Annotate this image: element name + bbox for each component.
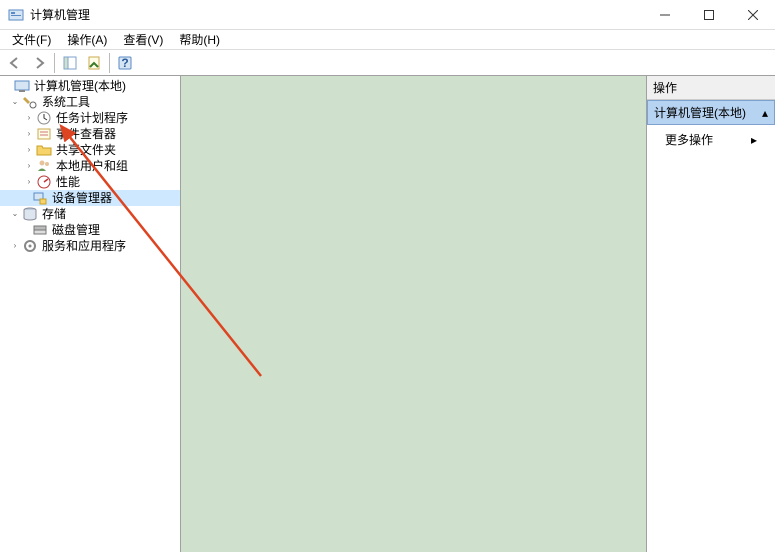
actions-pane: 操作 计算机管理(本地) ▴ 更多操作 ▸	[647, 76, 775, 552]
tree-label: 事件查看器	[54, 126, 118, 142]
tree-root[interactable]: 计算机管理(本地)	[0, 78, 180, 94]
properties-button[interactable]	[83, 52, 105, 74]
content-area: 计算机管理(本地) ⌄ 系统工具 › 任务计划程序 › 事件查看器 › 共享文件…	[0, 76, 775, 552]
help-button[interactable]: ?	[114, 52, 136, 74]
expander-collapsed-icon[interactable]: ›	[24, 145, 34, 155]
more-actions-label: 更多操作	[665, 131, 713, 148]
expander-collapsed-icon[interactable]: ›	[10, 241, 20, 251]
titlebar: 计算机管理	[0, 0, 775, 30]
performance-icon	[36, 175, 52, 189]
menu-help[interactable]: 帮助(H)	[171, 29, 228, 50]
expander-collapsed-icon[interactable]: ›	[24, 129, 34, 139]
more-actions[interactable]: 更多操作 ▸	[647, 125, 775, 154]
menubar: 文件(F) 操作(A) 查看(V) 帮助(H)	[0, 30, 775, 50]
toolbar-separator	[109, 53, 110, 73]
actions-context[interactable]: 计算机管理(本地) ▴	[647, 100, 775, 125]
tree-storage[interactable]: ⌄ 存储	[0, 206, 180, 222]
main-content-pane	[181, 76, 647, 552]
tree-performance[interactable]: › 性能	[0, 174, 180, 190]
tree-event-viewer[interactable]: › 事件查看器	[0, 126, 180, 142]
tree-pane[interactable]: 计算机管理(本地) ⌄ 系统工具 › 任务计划程序 › 事件查看器 › 共享文件…	[0, 76, 181, 552]
forward-button[interactable]	[28, 52, 50, 74]
expander-expanded-icon[interactable]: ⌄	[10, 97, 20, 107]
disk-icon	[32, 223, 48, 237]
chevron-right-icon: ▸	[751, 133, 757, 147]
menu-label: 查看(V)	[123, 33, 163, 47]
tree-task-scheduler[interactable]: › 任务计划程序	[0, 110, 180, 126]
expander-collapsed-icon[interactable]: ›	[24, 113, 34, 123]
menu-label: 操作(A)	[67, 33, 107, 47]
back-button[interactable]	[4, 52, 26, 74]
window-title: 计算机管理	[30, 6, 643, 23]
window-controls	[643, 0, 775, 30]
tree-label: 计算机管理(本地)	[32, 78, 128, 94]
tree-label: 本地用户和组	[54, 158, 130, 174]
tools-icon	[22, 95, 38, 109]
tree-label: 任务计划程序	[54, 110, 130, 126]
menu-view[interactable]: 查看(V)	[115, 29, 171, 50]
tree-device-manager[interactable]: 设备管理器	[0, 190, 180, 206]
tree-system-tools[interactable]: ⌄ 系统工具	[0, 94, 180, 110]
minimize-button[interactable]	[643, 0, 687, 30]
svg-text:?: ?	[121, 56, 128, 70]
services-icon	[22, 239, 38, 253]
expander-collapsed-icon[interactable]: ›	[24, 161, 34, 171]
tree-local-users[interactable]: › 本地用户和组	[0, 158, 180, 174]
menu-label: 帮助(H)	[179, 33, 220, 47]
users-icon	[36, 159, 52, 173]
tree-label: 性能	[54, 174, 82, 190]
tree-label: 磁盘管理	[50, 222, 102, 238]
tree-services-apps[interactable]: › 服务和应用程序	[0, 238, 180, 254]
expander-collapsed-icon[interactable]: ›	[24, 177, 34, 187]
show-hide-tree-button[interactable]	[59, 52, 81, 74]
storage-icon	[22, 207, 38, 221]
actions-context-label: 计算机管理(本地)	[654, 104, 746, 121]
computer-icon	[14, 79, 30, 93]
tree-label: 共享文件夹	[54, 142, 118, 158]
folder-icon	[36, 143, 52, 157]
toolbar-separator	[54, 53, 55, 73]
tree-shared-folders[interactable]: › 共享文件夹	[0, 142, 180, 158]
toolbar: ?	[0, 50, 775, 76]
tree-label: 系统工具	[40, 94, 92, 110]
expander-icon[interactable]	[2, 81, 12, 91]
chevron-up-icon: ▴	[762, 106, 768, 120]
expander-expanded-icon[interactable]: ⌄	[10, 209, 20, 219]
tree-label: 服务和应用程序	[40, 238, 128, 254]
menu-label: 文件(F)	[12, 33, 51, 47]
tree-label: 存储	[40, 206, 68, 222]
device-icon	[32, 191, 48, 205]
tree-label: 设备管理器	[50, 190, 114, 206]
menu-file[interactable]: 文件(F)	[4, 29, 59, 50]
menu-action[interactable]: 操作(A)	[59, 29, 115, 50]
event-icon	[36, 127, 52, 141]
actions-header: 操作	[647, 76, 775, 100]
app-icon	[8, 7, 24, 23]
tree-disk-management[interactable]: 磁盘管理	[0, 222, 180, 238]
clock-icon	[36, 111, 52, 125]
close-button[interactable]	[731, 0, 775, 30]
maximize-button[interactable]	[687, 0, 731, 30]
